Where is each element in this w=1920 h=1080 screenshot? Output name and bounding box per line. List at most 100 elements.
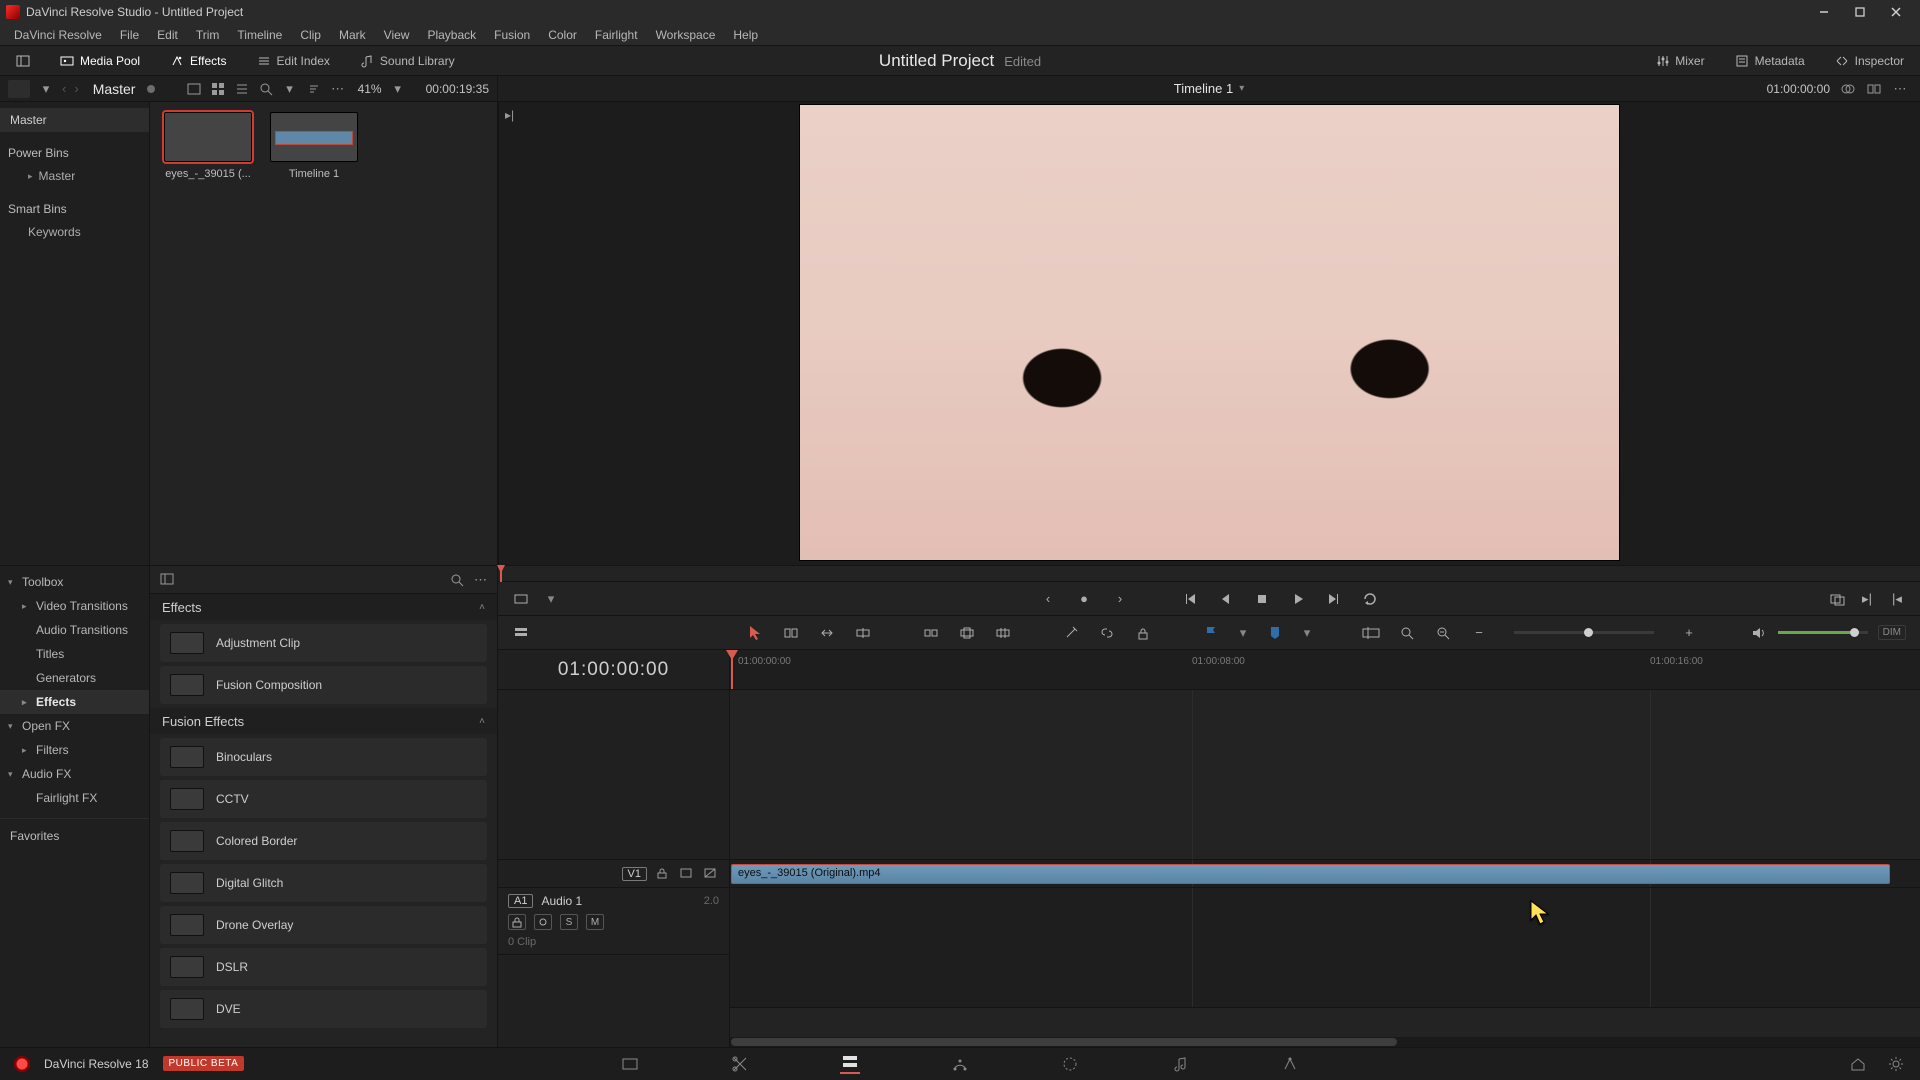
fx-item-cctv[interactable]: CCTV	[160, 780, 487, 818]
zoom-level[interactable]: 41%	[358, 82, 382, 96]
audio-track-lane[interactable]	[730, 888, 1920, 1008]
selection-tool-button[interactable]	[746, 624, 764, 642]
view-grid-icon[interactable]	[210, 81, 226, 97]
window-minimize-button[interactable]	[1806, 0, 1842, 24]
a1-badge[interactable]: A1	[508, 894, 533, 908]
menu-file[interactable]: File	[112, 26, 147, 44]
fx-item-dslr[interactable]: DSLR	[160, 948, 487, 986]
menu-fairlight[interactable]: Fairlight	[587, 26, 646, 44]
cat-toolbox[interactable]: ▾Toolbox	[0, 570, 149, 594]
zoom-minus-button[interactable]: −	[1470, 624, 1488, 642]
view-list-icon[interactable]	[234, 81, 250, 97]
goto-next-button[interactable]: ▸|	[1858, 590, 1876, 608]
fx-item-colored-border[interactable]: Colored Border	[160, 822, 487, 860]
project-manager-button[interactable]	[1848, 1054, 1868, 1074]
view-thumb-icon[interactable]	[186, 81, 202, 97]
cat-audiofx[interactable]: ▾Audio FX	[0, 762, 149, 786]
goto-prev-button[interactable]: |◂	[1888, 590, 1906, 608]
search-icon[interactable]	[258, 81, 274, 97]
blade-edit-button[interactable]	[1062, 624, 1080, 642]
timeline-timecode[interactable]: 01:00:00:00	[498, 650, 729, 690]
page-media-button[interactable]	[620, 1054, 640, 1074]
nav-back-icon[interactable]: ‹	[62, 81, 66, 96]
power-bin-master[interactable]: ▸Master	[0, 164, 149, 188]
menu-edit[interactable]: Edit	[149, 26, 186, 44]
timeline-view-options-button[interactable]	[512, 624, 530, 642]
menu-fusion[interactable]: Fusion	[486, 26, 538, 44]
project-settings-button[interactable]	[1886, 1054, 1906, 1074]
replace-clip-button[interactable]	[994, 624, 1012, 642]
menu-mark[interactable]: Mark	[331, 26, 374, 44]
chevron-down-icon[interactable]: ▾	[1302, 624, 1312, 642]
menu-help[interactable]: Help	[725, 26, 766, 44]
volume-icon[interactable]	[1750, 624, 1768, 642]
menu-trim[interactable]: Trim	[188, 26, 228, 44]
cat-effects[interactable]: ▸Effects	[0, 690, 149, 714]
lock-track-icon[interactable]	[655, 866, 671, 882]
bypass-color-icon[interactable]	[1840, 81, 1856, 97]
menu-timeline[interactable]: Timeline	[229, 26, 290, 44]
cat-openfx[interactable]: ▾Open FX	[0, 714, 149, 738]
lock-audio-icon[interactable]	[508, 914, 526, 930]
zoom-to-fit-button[interactable]	[1398, 624, 1416, 642]
page-fairlight-button[interactable]	[1170, 1054, 1190, 1074]
blade-tool-button[interactable]	[854, 624, 872, 642]
jump-start-button[interactable]	[1181, 590, 1199, 608]
video-track-header[interactable]: V1	[498, 860, 729, 888]
more-options-icon[interactable]: ⋯	[474, 572, 487, 588]
chevron-down-icon[interactable]: ▾	[1238, 624, 1248, 642]
chevron-down-icon[interactable]: ▾	[282, 81, 298, 97]
viewer-scrubber[interactable]	[498, 566, 1920, 582]
fx-item-binoculars[interactable]: Binoculars	[160, 738, 487, 776]
timeline-name-dropdown[interactable]: Timeline 1 ▾	[1174, 81, 1245, 96]
match-frame-icon[interactable]: ▸|	[505, 108, 514, 122]
breadcrumb[interactable]: Master	[93, 81, 136, 97]
step-back-button[interactable]	[1217, 590, 1235, 608]
insert-clip-button[interactable]	[922, 624, 940, 642]
next-clip-icon[interactable]: ›	[1111, 590, 1129, 608]
menu-playback[interactable]: Playback	[419, 26, 484, 44]
toggle-left-panel-button[interactable]	[10, 50, 36, 72]
overwrite-clip-button[interactable]	[958, 624, 976, 642]
cat-audio-transitions[interactable]: Audio Transitions	[0, 618, 149, 642]
disable-track-icon[interactable]	[703, 866, 719, 882]
effects-group-header[interactable]: Effects˄	[150, 594, 497, 620]
inspector-tab[interactable]: Inspector	[1829, 50, 1910, 72]
fx-item-adjustment-clip[interactable]: Adjustment Clip	[160, 624, 487, 662]
arm-record-icon[interactable]	[534, 914, 552, 930]
video-track-lane[interactable]: eyes_-_39015 (Original).mp4	[730, 860, 1920, 888]
menu-workspace[interactable]: Workspace	[648, 26, 724, 44]
viewer-canvas[interactable]	[799, 104, 1620, 561]
timeline-zoom-slider[interactable]	[1514, 631, 1654, 634]
fx-item-digital-glitch[interactable]: Digital Glitch	[160, 864, 487, 902]
chevron-down-icon[interactable]: ▾	[542, 590, 560, 608]
cat-generators[interactable]: Generators	[0, 666, 149, 690]
search-icon[interactable]	[450, 573, 464, 587]
smart-bin-keywords[interactable]: Keywords	[0, 220, 149, 244]
fx-item-dve[interactable]: DVE	[160, 990, 487, 1028]
panel-layout-icon[interactable]	[160, 572, 176, 588]
playhead-icon[interactable]	[731, 650, 733, 689]
chevron-down-icon[interactable]: ▾	[390, 81, 406, 97]
sort-icon[interactable]	[306, 81, 322, 97]
volume-slider[interactable]	[1778, 631, 1868, 634]
menu-davinci[interactable]: DaVinci Resolve	[6, 26, 110, 44]
fx-item-fusion-composition[interactable]: Fusion Composition	[160, 666, 487, 704]
effects-tab[interactable]: Effects	[164, 50, 232, 72]
metadata-tab[interactable]: Metadata	[1729, 50, 1811, 72]
nav-fwd-icon[interactable]: ›	[74, 81, 78, 96]
lock-button[interactable]	[1134, 624, 1152, 642]
viewer-options-icon[interactable]: ⋯	[1892, 81, 1908, 97]
cat-titles[interactable]: Titles	[0, 642, 149, 666]
clip-thumb-1[interactable]: eyes_-_39015 (...	[164, 112, 252, 180]
single-dual-viewer-icon[interactable]	[1866, 81, 1882, 97]
trim-tool-button[interactable]	[782, 624, 800, 642]
dim-button[interactable]: DIM	[1878, 625, 1906, 640]
audio-track-header[interactable]: A1 Audio 1 2.0 S M 0 Clip	[498, 888, 729, 955]
fusion-effects-group-header[interactable]: Fusion Effects˄	[150, 708, 497, 734]
match-frame-button[interactable]	[1828, 590, 1846, 608]
viewer-mode-button[interactable]	[512, 590, 530, 608]
more-options-icon[interactable]: ⋯	[330, 81, 346, 97]
fx-item-drone-overlay[interactable]: Drone Overlay	[160, 906, 487, 944]
bin-view-mode-button[interactable]	[8, 80, 30, 98]
